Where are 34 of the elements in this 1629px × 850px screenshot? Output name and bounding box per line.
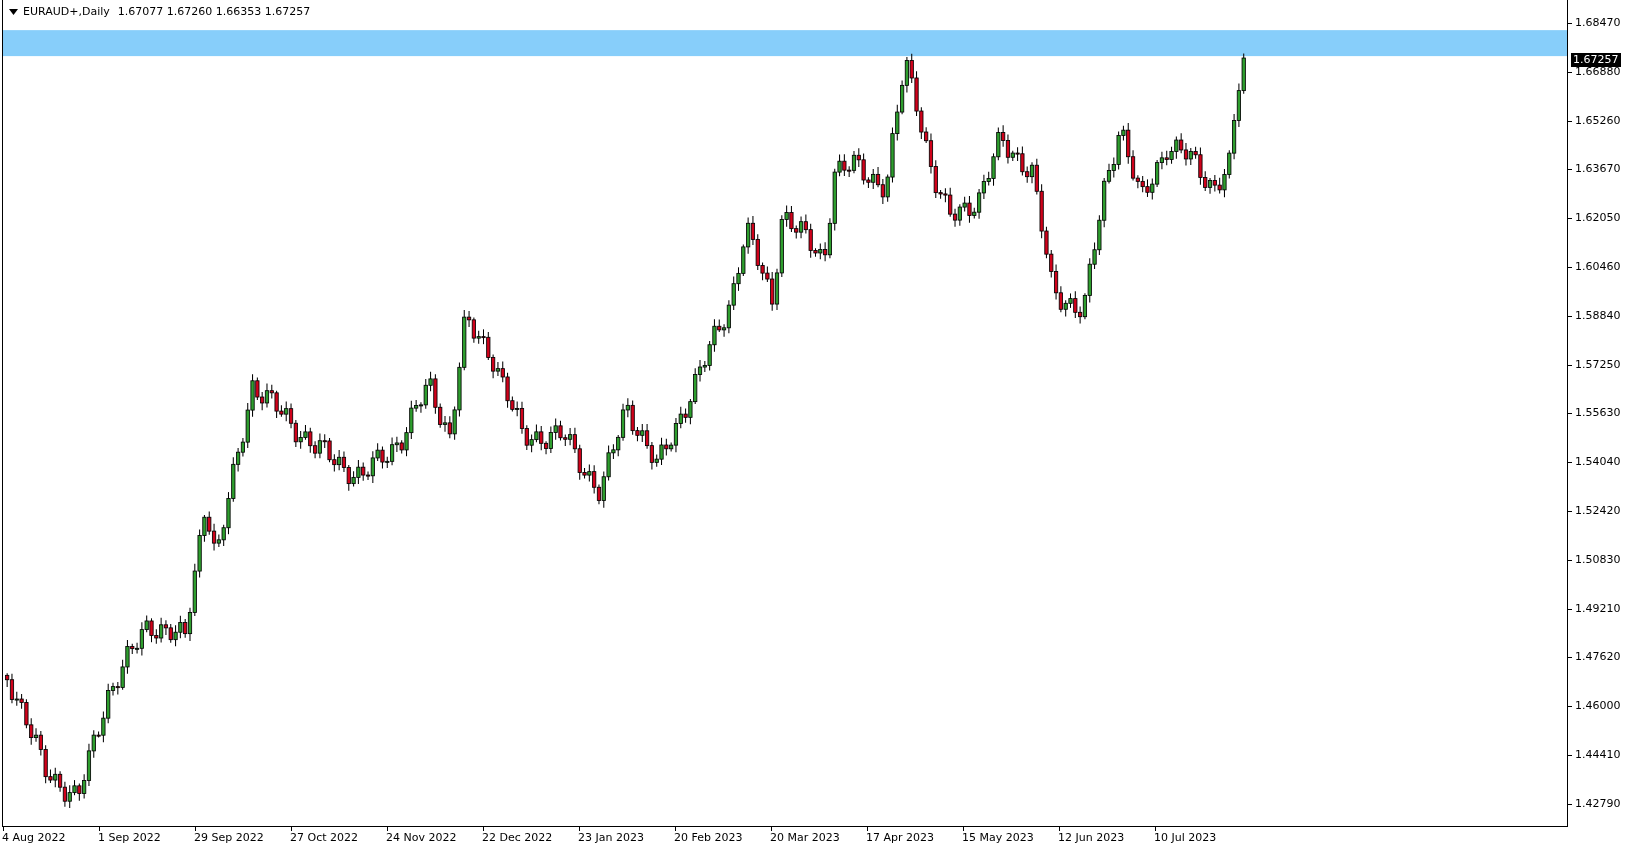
date-label: 20 Feb 2023	[674, 831, 743, 844]
dropdown-triangle-icon[interactable]	[9, 8, 18, 15]
date-label: 10 Jul 2023	[1154, 831, 1217, 844]
price-label: 1.66880	[1575, 64, 1621, 79]
date-label: 23 Jan 2023	[578, 831, 644, 844]
price-label: 1.58840	[1575, 308, 1621, 323]
price-label: 1.62050	[1575, 211, 1621, 226]
price-label: 1.55630	[1575, 406, 1621, 421]
date-label: 12 Jun 2023	[1058, 831, 1125, 844]
date-label: 22 Dec 2022	[482, 831, 553, 844]
price-label: 1.63670	[1575, 162, 1621, 177]
ohlc-values: 1.67077 1.67260 1.66353 1.67257	[117, 5, 311, 18]
price-label: 1.54040	[1575, 455, 1621, 470]
date-label: 24 Nov 2022	[386, 831, 457, 844]
price-label: 1.47620	[1575, 650, 1621, 665]
price-label: 1.57250	[1575, 357, 1621, 372]
price-label: 1.68470	[1575, 16, 1621, 30]
symbol-label: EURAUD+,Daily	[23, 5, 110, 18]
price-label: 1.44410	[1575, 747, 1621, 762]
price-label: 1.46000	[1575, 699, 1621, 714]
current-price-tag: 1.67257	[1571, 53, 1621, 67]
date-label: 27 Oct 2022	[290, 831, 358, 844]
date-label: 29 Sep 2022	[194, 831, 264, 844]
price-label: 1.42790	[1575, 796, 1621, 811]
price-label: 1.60460	[1575, 260, 1621, 274]
price-label: 1.50830	[1575, 552, 1621, 567]
price-label: 1.65260	[1575, 113, 1621, 128]
price-label: 1.52420	[1575, 503, 1621, 518]
date-label: 4 Aug 2022	[2, 831, 66, 844]
price-label: 1.49210	[1575, 601, 1621, 616]
date-label: 15 May 2023	[962, 831, 1034, 844]
date-label: 17 Apr 2023	[866, 831, 934, 844]
date-label: 1 Sep 2022	[98, 831, 161, 844]
date-label: 20 Mar 2023	[770, 831, 840, 844]
